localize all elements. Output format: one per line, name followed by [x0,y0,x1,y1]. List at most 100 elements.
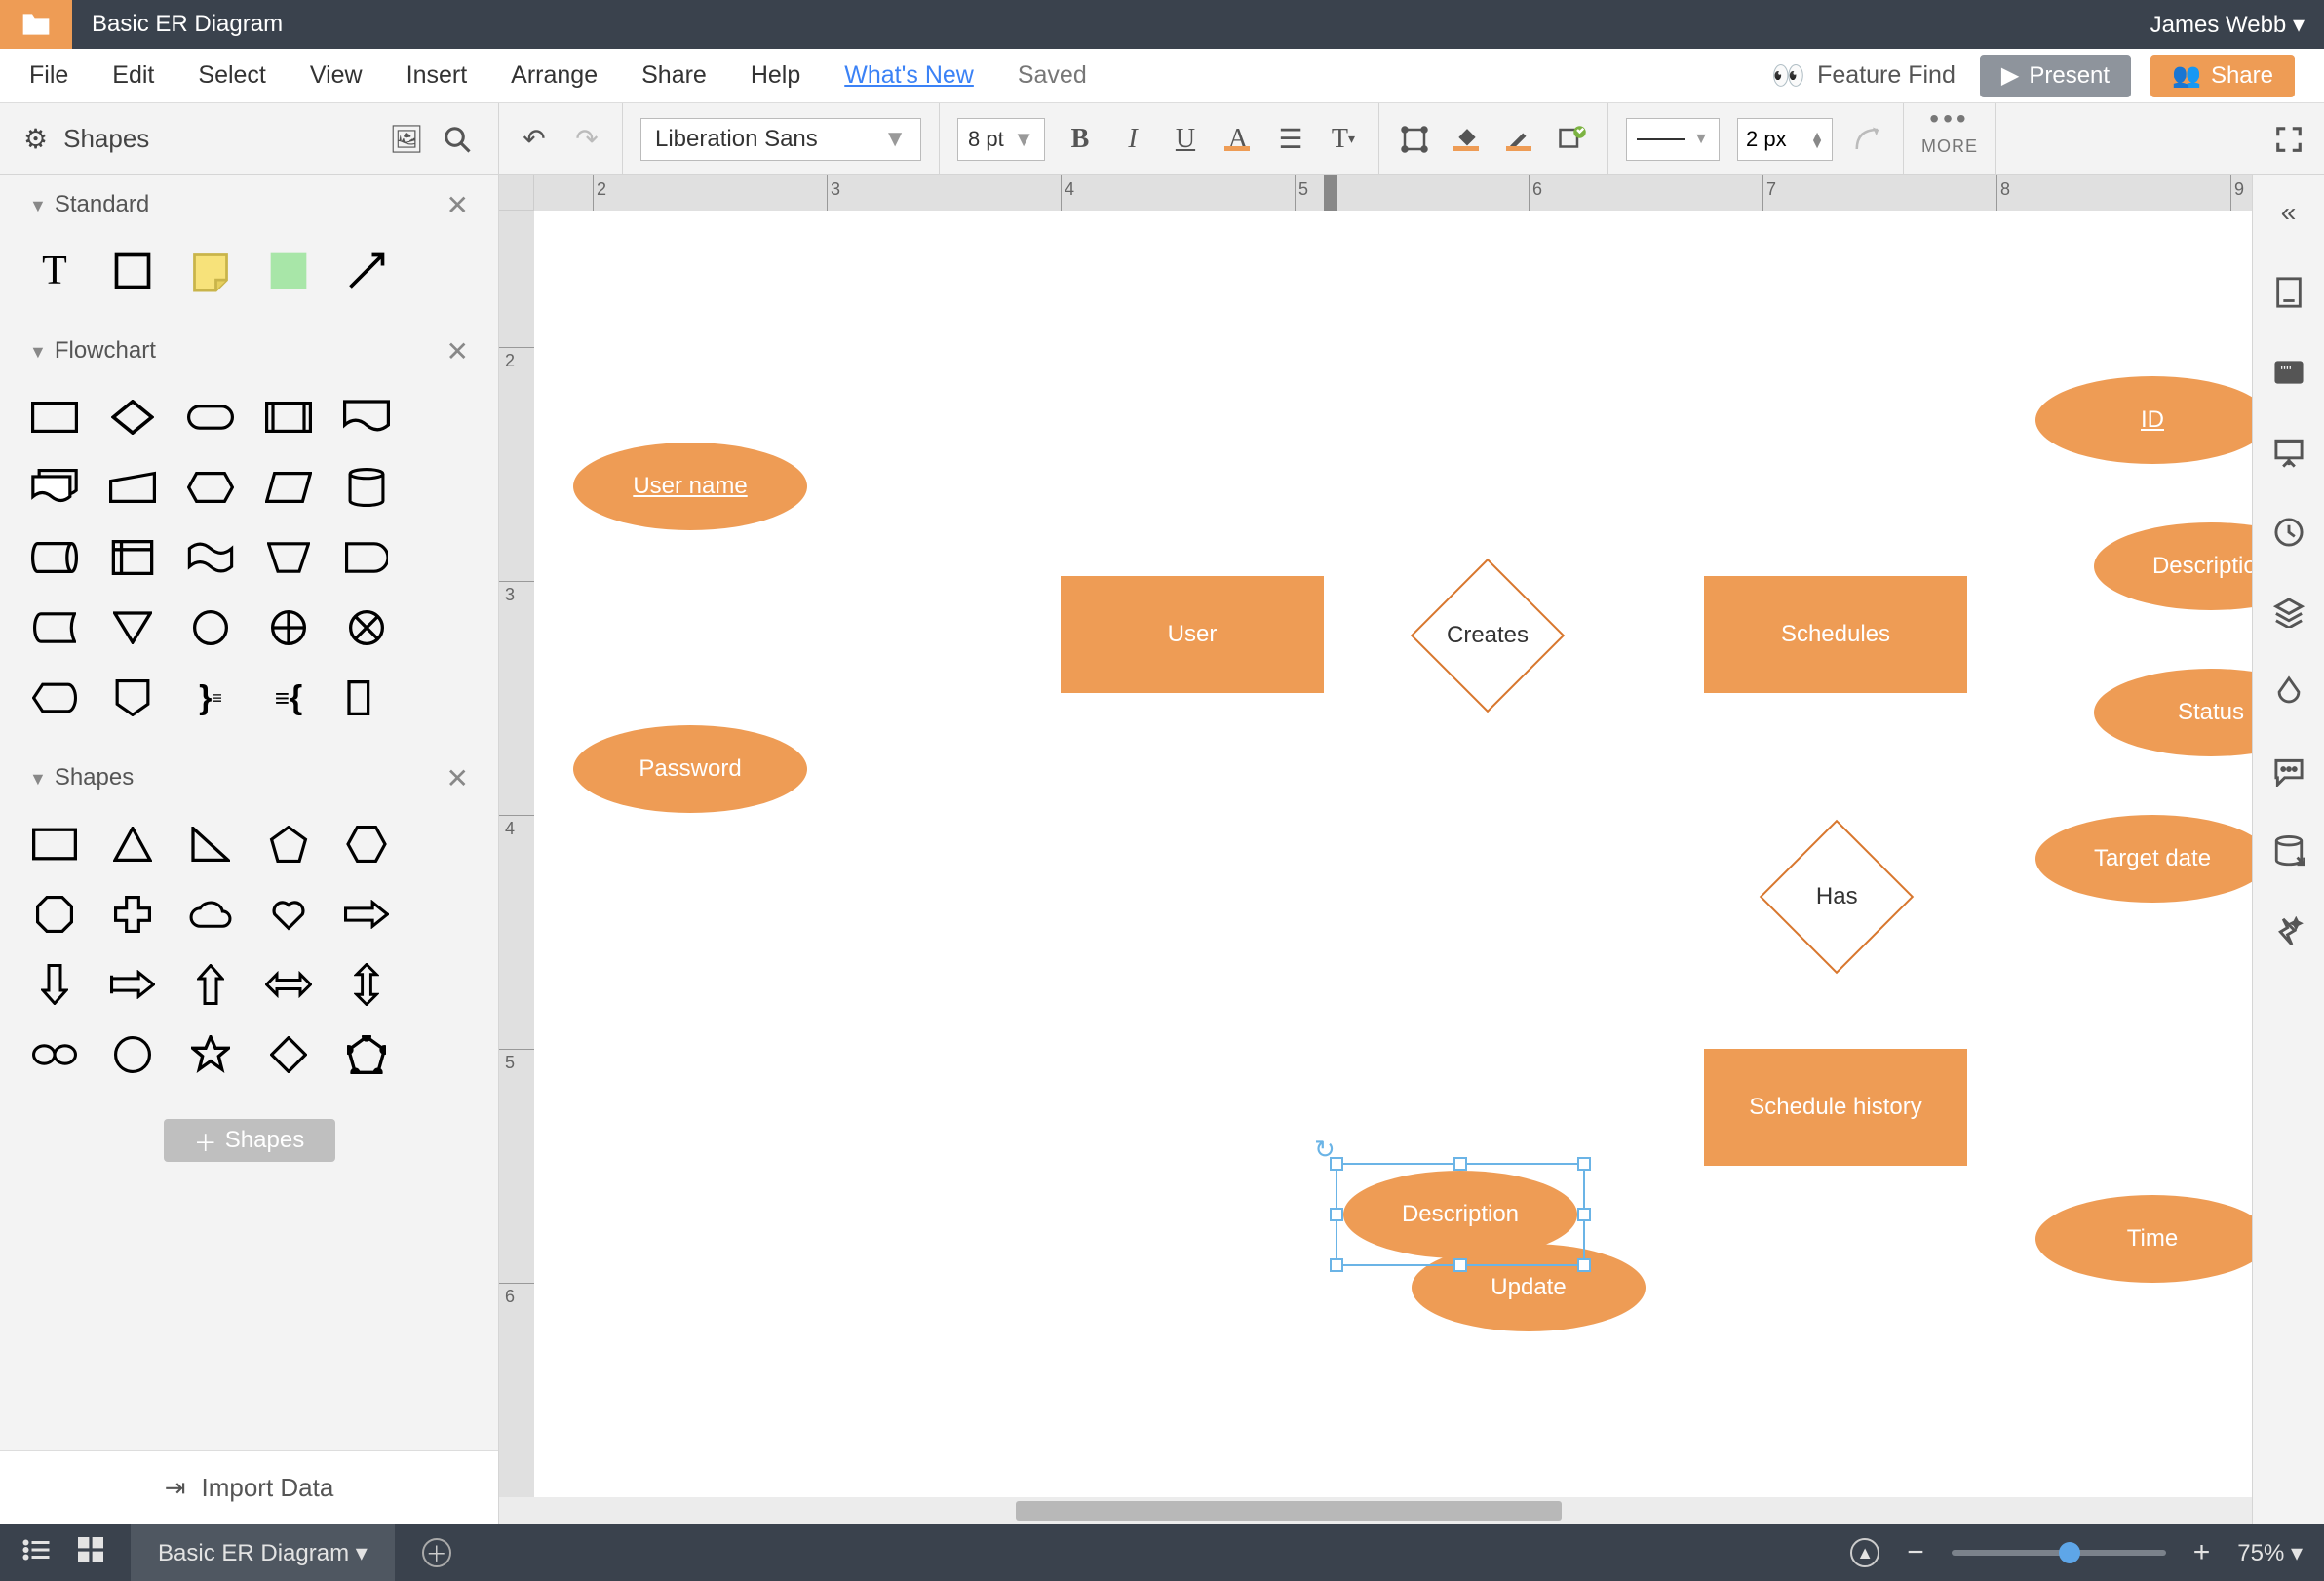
fc-database[interactable] [339,464,394,511]
chat-icon[interactable] [2269,752,2308,791]
outline-icon[interactable] [21,1537,51,1569]
redo-button[interactable]: ↷ [569,122,604,157]
close-icon[interactable]: ✕ [446,762,469,794]
zoom-in-button[interactable]: + [2193,1536,2211,1569]
underline-button[interactable]: U [1168,122,1203,157]
data-linking-icon[interactable] [2269,832,2308,871]
sh-arrow-lr[interactable] [261,961,316,1008]
folder-icon[interactable] [0,0,72,49]
collapse-dock-icon[interactable]: « [2269,193,2308,232]
page-tab[interactable]: Basic ER Diagram ▾ [131,1524,395,1581]
menu-help[interactable]: Help [751,61,800,90]
sh-circle[interactable] [105,1031,160,1078]
italic-button[interactable]: I [1115,122,1150,157]
horizontal-scrollbar[interactable] [499,1497,2252,1524]
bold-button[interactable]: B [1063,122,1098,157]
history-icon[interactable] [2269,513,2308,552]
category-standard[interactable]: ▼Standard✕ [0,175,498,234]
sh-star[interactable] [183,1031,238,1078]
selection-box[interactable] [1336,1163,1585,1266]
menu-arrange[interactable]: Arrange [511,61,598,90]
line-style-select[interactable]: ▼ [1626,118,1720,161]
sh-arrow-ud[interactable] [339,961,394,1008]
fill-color-button[interactable] [1450,122,1485,157]
menu-edit[interactable]: Edit [112,61,154,90]
present-button[interactable]: ▶ Present [1980,55,2131,97]
shape-line[interactable] [339,248,394,294]
presentation-icon[interactable] [2269,433,2308,472]
sh-arrow-right[interactable] [339,891,394,938]
fc-decision[interactable] [105,394,160,441]
menu-insert[interactable]: Insert [407,61,468,90]
menu-share[interactable]: Share [641,61,707,90]
undo-button[interactable]: ↶ [517,122,552,157]
zoom-level[interactable]: 75% ▾ [2237,1539,2303,1567]
layers-icon[interactable] [2269,593,2308,632]
rel-has[interactable]: Has [1760,820,1914,974]
user-menu[interactable]: James Webb ▾ [2150,11,2324,39]
attr-time[interactable]: Time [2035,1195,2252,1283]
fc-preparation[interactable] [183,464,238,511]
shape-block[interactable] [105,248,160,294]
sh-pentagon[interactable] [261,821,316,868]
sh-cross[interactable] [105,891,160,938]
fc-or[interactable] [261,604,316,651]
fc-note[interactable]: ≡{ [261,675,316,721]
attr-status[interactable]: Status [2094,669,2252,756]
more-icon[interactable]: ••• [1929,103,1969,135]
attr-targetdate[interactable]: Target date [2035,815,2252,903]
close-icon[interactable]: ✕ [446,335,469,367]
align-button[interactable]: ☰ [1273,122,1308,157]
attr-description[interactable]: Description [2094,522,2252,610]
font-family-select[interactable]: Liberation Sans▼ [640,118,921,161]
fc-stored-data[interactable] [27,604,82,651]
add-shapes-button[interactable]: ＋Shapes [164,1119,335,1162]
fc-paper-tape[interactable] [183,534,238,581]
line-options-button[interactable] [1850,122,1885,157]
category-flowchart[interactable]: ▼Flowchart✕ [0,322,498,380]
sh-arrow-up[interactable] [183,961,238,1008]
entity-user[interactable]: User [1061,576,1324,693]
canvas[interactable]: User name Password User Creates Schedule… [534,211,2252,1497]
shape-hotspot[interactable] [261,248,316,294]
sh-callout[interactable] [105,961,160,1008]
document-title[interactable]: Basic ER Diagram [72,11,2150,38]
fc-manual-input[interactable] [105,464,160,511]
fc-delay[interactable] [339,534,394,581]
sh-rect[interactable] [27,821,82,868]
shape-note[interactable] [183,248,238,294]
sh-arrow-down[interactable] [27,961,82,1008]
fc-offpage[interactable] [105,675,160,721]
fc-card[interactable] [339,675,394,721]
shape-bounds-button[interactable] [1397,122,1432,157]
sh-right-triangle[interactable] [183,821,238,868]
actions-icon[interactable] [2269,912,2308,951]
search-icon[interactable] [440,122,475,157]
menu-select[interactable]: Select [198,61,265,90]
attr-id[interactable]: ID [2035,376,2252,464]
sh-cloud[interactable] [183,891,238,938]
zoom-slider[interactable] [1952,1550,2166,1556]
zoom-out-button[interactable]: − [1907,1536,1924,1569]
shape-text[interactable]: T [27,248,82,294]
share-button[interactable]: 👥 Share [2150,55,2295,97]
fc-document[interactable] [339,394,394,441]
rotate-handle-icon[interactable]: ↻ [1314,1135,1336,1165]
sync-status-icon[interactable]: ▲ [1850,1538,1879,1567]
rel-creates[interactable]: Creates [1411,559,1565,713]
page-settings-icon[interactable] [2269,273,2308,312]
fc-summing[interactable] [339,604,394,651]
gear-icon[interactable]: ⚙ [23,123,48,155]
fc-process[interactable] [27,394,82,441]
add-page-button[interactable]: ＋ [422,1538,451,1567]
fc-display[interactable] [27,675,82,721]
sh-hexagon[interactable] [339,821,394,868]
fullscreen-button[interactable] [2271,122,2306,157]
themes-icon[interactable] [2269,673,2308,712]
fc-manual-op[interactable] [261,534,316,581]
comments-icon[interactable]: "" [2269,353,2308,392]
sh-octagon[interactable] [27,891,82,938]
attr-password[interactable]: Password [573,725,807,813]
fc-brace-r[interactable]: }≡ [183,675,238,721]
fc-multidoc[interactable] [27,464,82,511]
